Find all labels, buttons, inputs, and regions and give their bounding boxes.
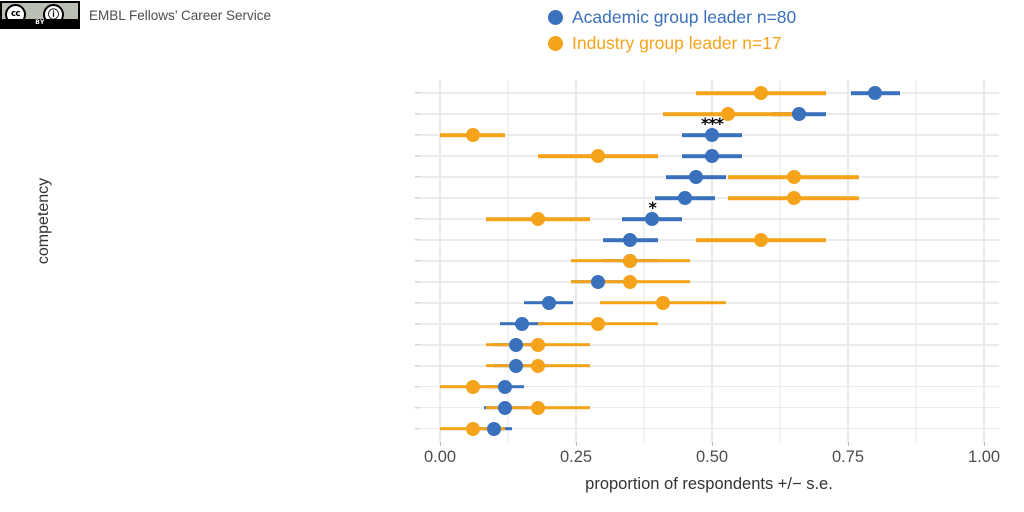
- data-point[interactable]: [688, 169, 703, 184]
- y-axis-tick: [415, 407, 419, 409]
- data-point[interactable]: [792, 106, 807, 121]
- data-point[interactable]: [753, 232, 768, 247]
- data-point[interactable]: [677, 190, 692, 205]
- x-axis-tick: [848, 442, 853, 446]
- data-point[interactable]: [753, 86, 768, 100]
- data-point[interactable]: [590, 148, 605, 163]
- data-point[interactable]: [514, 316, 529, 331]
- data-point[interactable]: [509, 337, 524, 352]
- data-point[interactable]: [530, 337, 545, 352]
- y-axis-tick: [415, 218, 419, 220]
- data-point[interactable]: [590, 274, 605, 289]
- y-axis-tick: [415, 365, 419, 367]
- data-point[interactable]: [530, 358, 545, 373]
- data-point[interactable]: [487, 421, 502, 436]
- data-point[interactable]: [721, 106, 736, 121]
- data-point[interactable]: [623, 232, 638, 247]
- y-axis-tick: [415, 92, 419, 94]
- data-point[interactable]: [786, 169, 801, 184]
- data-point[interactable]: [656, 295, 671, 310]
- y-axis-tick: [415, 155, 419, 157]
- data-point[interactable]: [465, 379, 480, 394]
- x-axis-tick: [712, 442, 717, 446]
- y-axis-tick: [415, 428, 419, 430]
- x-axis-tick: [576, 442, 581, 446]
- plot-panel: *** *: [415, 80, 999, 442]
- y-axis-tick: [415, 113, 419, 115]
- x-axis-tick: [440, 442, 445, 446]
- x-axis-tick-label: 0.50: [695, 448, 729, 466]
- gridline-major-y: [419, 260, 999, 262]
- y-axis-tick: [415, 176, 419, 178]
- data-point[interactable]: [509, 358, 524, 373]
- data-point[interactable]: [498, 400, 513, 415]
- x-axis-tick-label: 0.00: [423, 448, 457, 466]
- data-point[interactable]: [465, 127, 480, 142]
- gridline-major-y: [419, 281, 999, 283]
- y-axis-tick: [415, 302, 419, 304]
- data-point[interactable]: [623, 274, 638, 289]
- y-axis-tick: [415, 134, 419, 136]
- x-axis-tick: [984, 442, 989, 446]
- significance-marker: *: [648, 197, 656, 217]
- data-point[interactable]: [541, 295, 556, 310]
- y-axis-tick: [415, 323, 419, 325]
- significance-marker: ***: [700, 113, 724, 133]
- data-point[interactable]: [530, 400, 545, 415]
- x-axis-title: proportion of respondents +/− s.e.: [585, 475, 833, 493]
- data-point[interactable]: [465, 421, 480, 436]
- y-axis-tick: [415, 386, 419, 388]
- x-axis-tick-label: 0.25: [559, 448, 593, 466]
- y-axis-tick: [415, 260, 419, 262]
- data-point[interactable]: [868, 86, 883, 100]
- x-axis-tick-label: 0.75: [831, 448, 865, 466]
- chart-plot: competency *** * proportion of respondent…: [0, 0, 1024, 512]
- data-point[interactable]: [530, 211, 545, 226]
- x-axis: proportion of respondents +/− s.e. 0.00 0…: [419, 442, 1001, 502]
- y-axis-tick: [415, 281, 419, 283]
- x-axis-tick-label: 1.00: [967, 448, 1001, 466]
- y-axis-title: competency: [35, 177, 52, 265]
- y-axis-tick: [415, 239, 419, 241]
- data-point[interactable]: [786, 190, 801, 205]
- y-axis-tick: [415, 344, 419, 346]
- y-axis-tick: [415, 197, 419, 199]
- data-point[interactable]: [498, 379, 513, 394]
- data-point[interactable]: [590, 316, 605, 331]
- data-point[interactable]: [623, 253, 638, 268]
- data-point[interactable]: [705, 148, 719, 163]
